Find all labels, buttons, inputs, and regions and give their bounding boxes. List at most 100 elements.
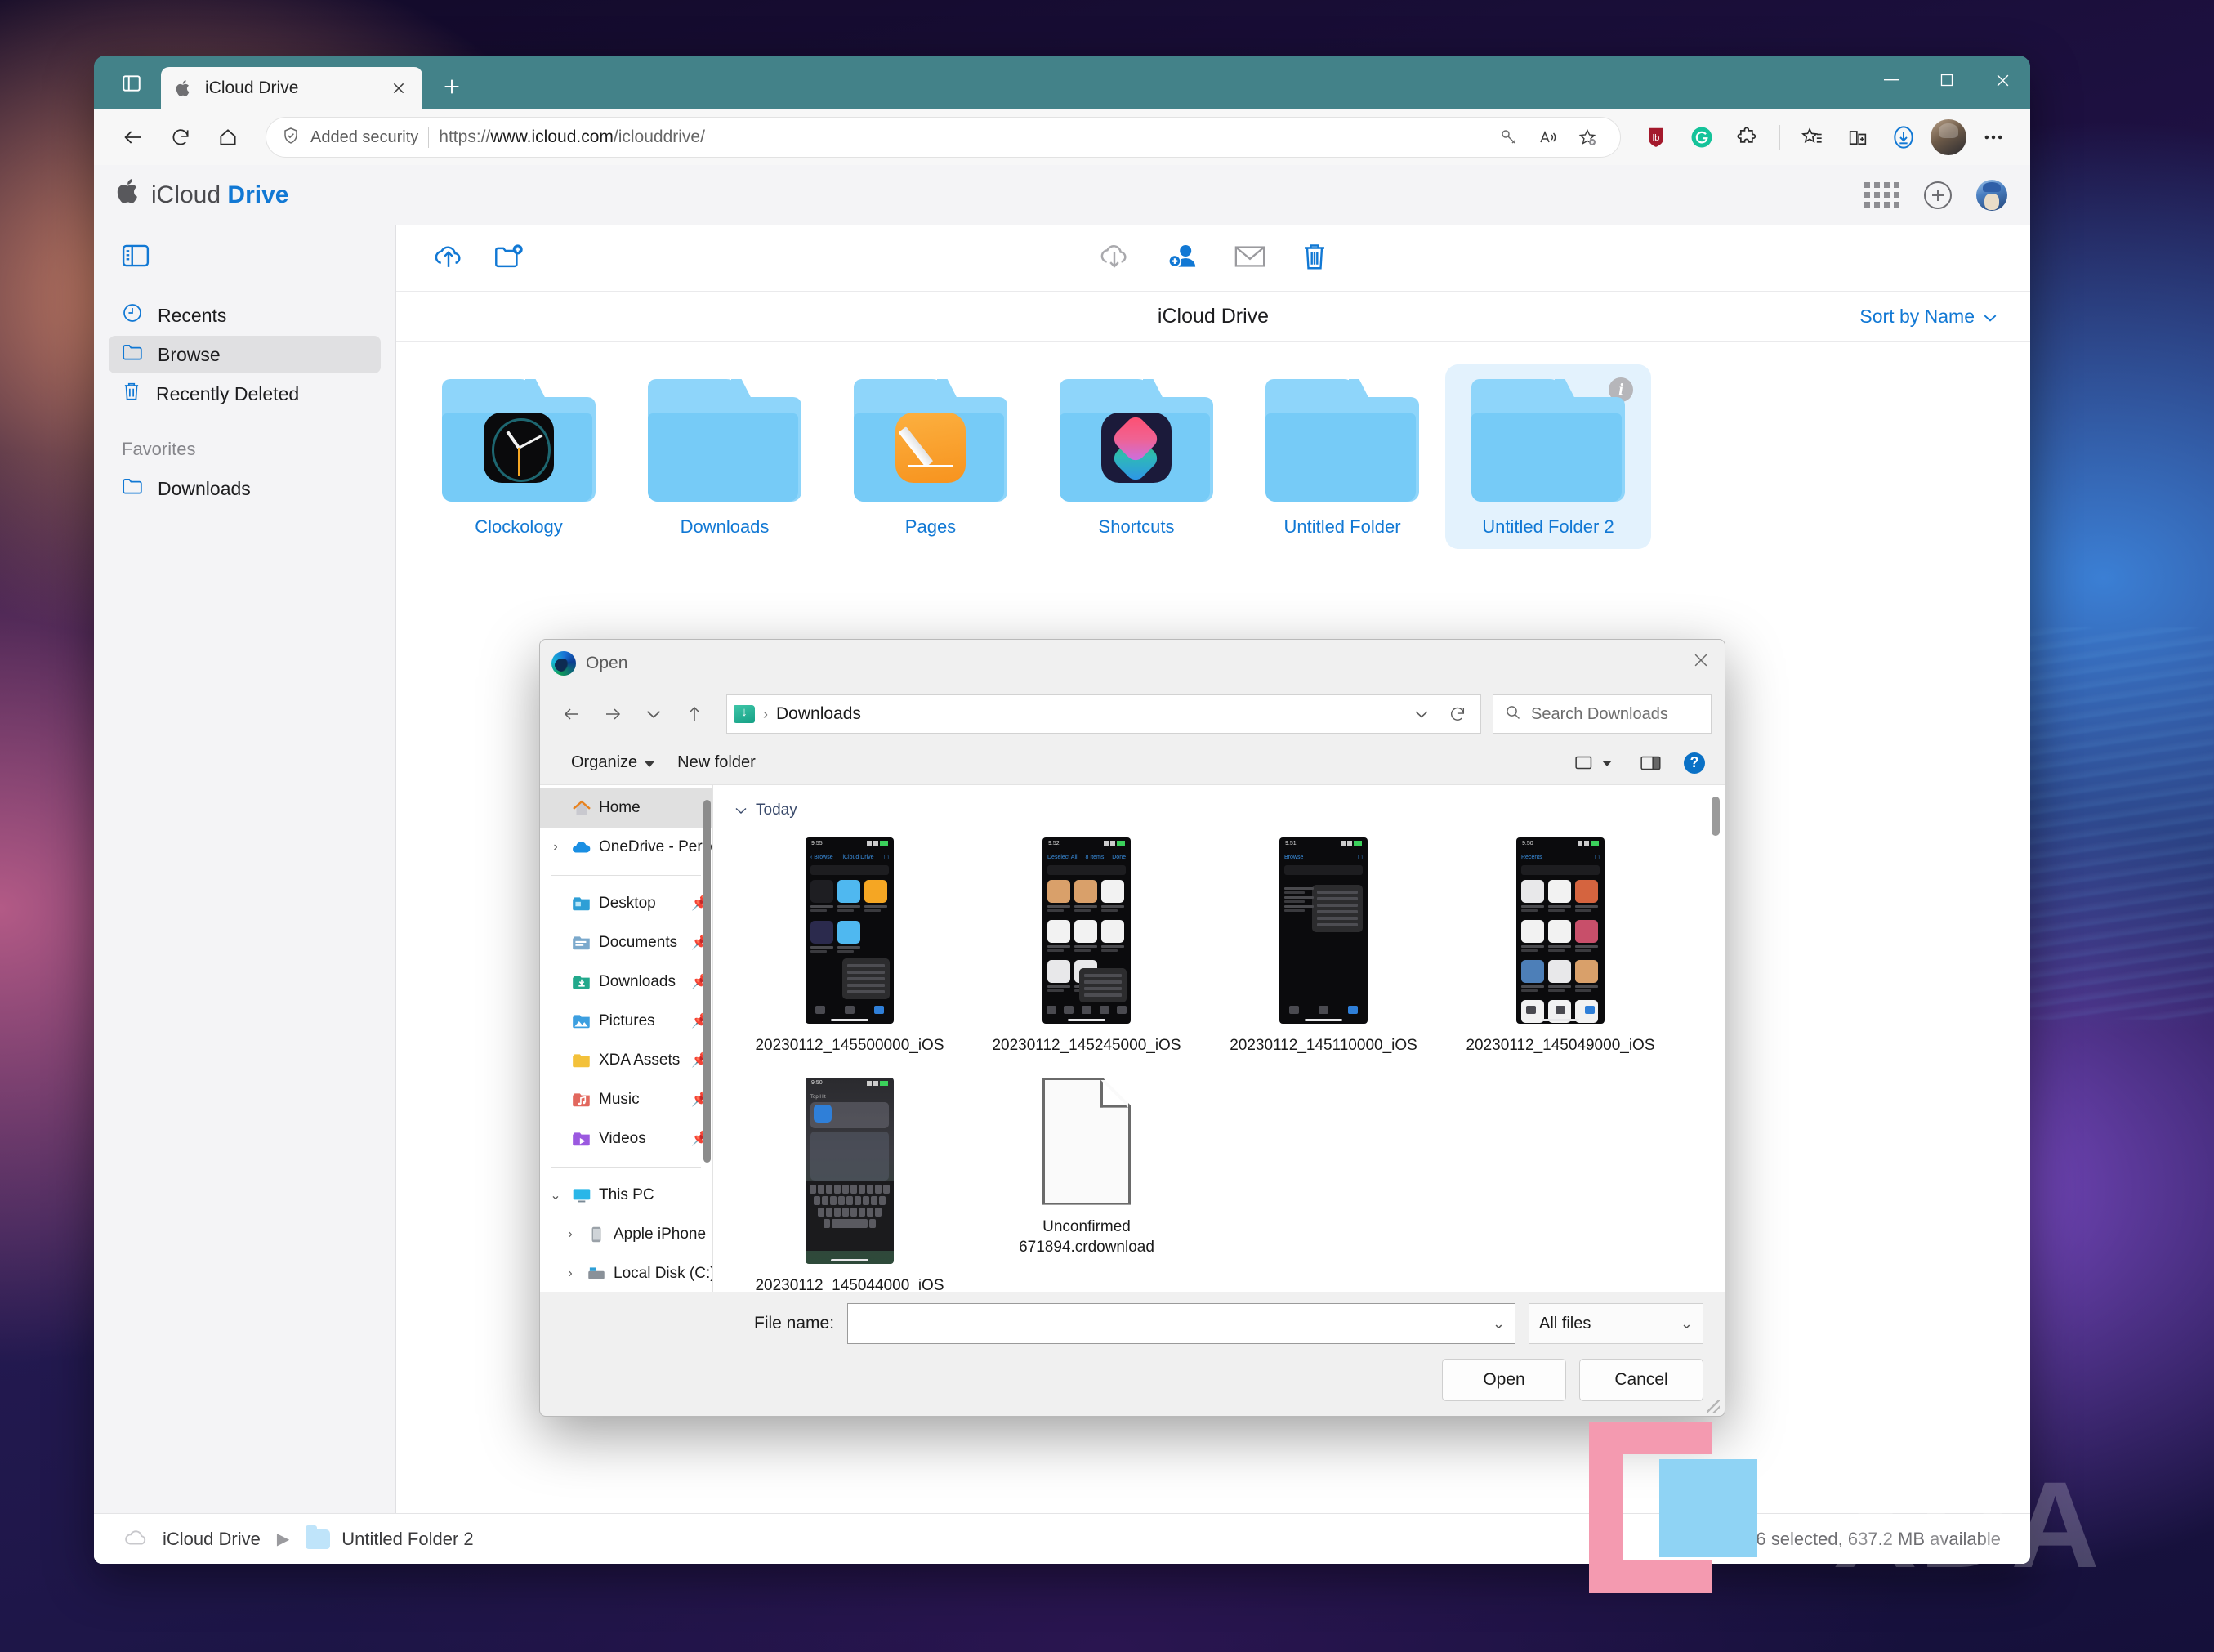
- close-window-icon[interactable]: [1975, 56, 2030, 105]
- new-folder-icon[interactable]: [493, 242, 525, 275]
- nav-item-onedrive[interactable]: › OneDrive - Perso: [540, 828, 712, 867]
- resize-grip[interactable]: [1707, 1400, 1720, 1413]
- preview-pane-icon[interactable]: [1633, 749, 1669, 777]
- open-button[interactable]: Open: [1442, 1359, 1566, 1401]
- file-cell-untitled-folder[interactable]: Untitled Folder: [1239, 364, 1445, 549]
- address-bar[interactable]: Added security https://www.icloud.com/ic…: [266, 117, 1621, 158]
- collections-icon[interactable]: [1793, 118, 1831, 156]
- help-icon[interactable]: ?: [1684, 752, 1705, 774]
- file-cell-pages[interactable]: Pages: [828, 364, 1033, 549]
- profile-avatar[interactable]: [1931, 119, 1966, 155]
- recent-locations-icon[interactable]: [635, 695, 672, 733]
- file-cell-untitled-folder-2[interactable]: i Untitled Folder 2: [1445, 364, 1651, 549]
- home-icon[interactable]: [207, 116, 249, 159]
- file-cell-downloads[interactable]: Downloads: [622, 364, 828, 549]
- plus-circle-icon[interactable]: [1924, 181, 1952, 209]
- nav-item-local-disk-c[interactable]: › Local Disk (C:): [540, 1254, 712, 1292]
- sidebar-toggle-icon[interactable]: [94, 239, 395, 295]
- sidebar-item-browse[interactable]: Browse: [109, 336, 381, 373]
- organize-button[interactable]: Organize: [560, 747, 666, 779]
- trash-icon[interactable]: [1301, 242, 1328, 275]
- file-list-scrollbar[interactable]: [1712, 797, 1720, 836]
- nav-item-videos[interactable]: Videos 📌: [540, 1119, 712, 1159]
- icloud-brand[interactable]: iCloud Drive: [117, 179, 288, 209]
- file-item[interactable]: Unconfirmed 671894.crdownload: [968, 1071, 1205, 1292]
- extensions-icon[interactable]: [1729, 118, 1766, 156]
- divider: [551, 1167, 701, 1168]
- breadcrumb-root[interactable]: iCloud Drive: [163, 1529, 261, 1550]
- upload-cloud-icon[interactable]: [432, 242, 465, 275]
- mail-icon[interactable]: [1234, 243, 1266, 274]
- file-name-input[interactable]: ⌄: [847, 1303, 1515, 1344]
- download-cloud-icon[interactable]: [1098, 242, 1131, 275]
- close-icon[interactable]: [1677, 640, 1725, 681]
- file-item[interactable]: 9:55 ‹ Browse iCloud Drive ▢ 20230112_14…: [731, 831, 968, 1071]
- file-item[interactable]: 9:52 Deselect All 8 Items Done 20230112_…: [968, 831, 1205, 1071]
- nav-item-music[interactable]: Music 📌: [540, 1080, 712, 1119]
- nav-item-desktop[interactable]: Desktop 📌: [540, 884, 712, 923]
- edge-logo-icon: [551, 651, 576, 676]
- cancel-button[interactable]: Cancel: [1579, 1359, 1703, 1401]
- lastpass-icon[interactable]: lb: [1637, 118, 1675, 156]
- file-item[interactable]: 9:50 Recents ▢ 20230112_145049000_iOS: [1442, 831, 1679, 1071]
- new-folder-button[interactable]: New folder: [666, 747, 767, 779]
- minimize-icon[interactable]: [1864, 56, 1919, 105]
- nav-item-xda-assets[interactable]: XDA Assets 📌: [540, 1041, 712, 1080]
- nav-item-this-pc[interactable]: ⌄ This PC: [540, 1176, 712, 1215]
- apps-grid-icon[interactable]: [1864, 182, 1899, 208]
- split-screen-icon[interactable]: [1839, 118, 1877, 156]
- nav-item-documents[interactable]: Documents 📌: [540, 923, 712, 962]
- downloads-folder-icon: [571, 971, 592, 993]
- chevron-down-icon[interactable]: ⌄: [547, 1187, 565, 1203]
- chevron-down-icon[interactable]: ⌄: [1493, 1315, 1505, 1333]
- tab-actions-icon[interactable]: [109, 60, 154, 106]
- add-favorite-icon[interactable]: [1569, 121, 1605, 154]
- close-icon[interactable]: [388, 78, 409, 99]
- folder-icon: [1060, 379, 1213, 502]
- refresh-icon[interactable]: [1441, 697, 1474, 731]
- path-dropdown-icon[interactable]: [1405, 697, 1438, 731]
- share-add-person-icon[interactable]: [1165, 242, 1199, 275]
- new-tab-icon[interactable]: [432, 67, 471, 106]
- chevron-right-icon[interactable]: ›: [561, 1266, 579, 1281]
- disk-icon: [586, 1263, 607, 1284]
- sort-button[interactable]: Sort by Name: [1859, 306, 1998, 328]
- up-arrow-icon[interactable]: [676, 695, 713, 733]
- clockology-app-icon: [484, 413, 554, 483]
- sidebar-item-recently-deleted[interactable]: Recently Deleted: [109, 375, 381, 413]
- back-arrow-icon[interactable]: [553, 695, 591, 733]
- file-cell-clockology[interactable]: Clockology: [416, 364, 622, 549]
- chevron-right-icon[interactable]: ›: [561, 1227, 579, 1242]
- breadcrumb-current[interactable]: Untitled Folder 2: [341, 1529, 473, 1550]
- file-item[interactable]: 9:50 Top Hit 20230112_145044000_iOS: [731, 1071, 968, 1292]
- file-cell-shortcuts[interactable]: Shortcuts: [1033, 364, 1239, 549]
- key-icon[interactable]: [1491, 121, 1527, 154]
- maximize-icon[interactable]: [1919, 56, 1975, 105]
- nav-scrollbar[interactable]: [703, 800, 711, 1163]
- file-item[interactable]: 9:51 Browse ▢ 20230112_145110000_iOS: [1205, 831, 1442, 1071]
- breadcrumb-path-bar[interactable]: › Downloads: [726, 694, 1481, 734]
- search-input[interactable]: Search Downloads: [1493, 694, 1712, 734]
- sidebar-item-downloads[interactable]: Downloads: [109, 470, 381, 507]
- read-aloud-icon[interactable]: [1530, 121, 1566, 154]
- nav-item-apple-iphone[interactable]: › Apple iPhone: [540, 1215, 712, 1254]
- iphone-icon: [586, 1224, 607, 1245]
- grammarly-icon[interactable]: [1683, 118, 1721, 156]
- nav-item-pictures[interactable]: Pictures 📌: [540, 1002, 712, 1041]
- nav-item-downloads[interactable]: Downloads 📌: [540, 962, 712, 1002]
- file-type-select[interactable]: All files ⌄: [1529, 1303, 1703, 1344]
- back-arrow-icon[interactable]: [112, 116, 154, 159]
- chevron-right-icon[interactable]: ›: [547, 840, 565, 855]
- browser-tab[interactable]: iCloud Drive: [161, 67, 422, 109]
- file-name-field[interactable]: [858, 1314, 1493, 1333]
- group-header-today[interactable]: Today: [734, 801, 1708, 819]
- settings-more-icon[interactable]: [1975, 118, 2012, 156]
- forward-arrow-icon[interactable]: [594, 695, 632, 733]
- nav-item-label: Music: [599, 1091, 640, 1108]
- sidebar-item-recents[interactable]: Recents: [109, 297, 381, 334]
- nav-item-home[interactable]: Home: [540, 788, 712, 828]
- account-avatar[interactable]: [1976, 179, 2007, 211]
- refresh-icon[interactable]: [159, 116, 202, 159]
- downloads-icon[interactable]: [1885, 118, 1922, 156]
- view-options-icon[interactable]: [1568, 749, 1618, 777]
